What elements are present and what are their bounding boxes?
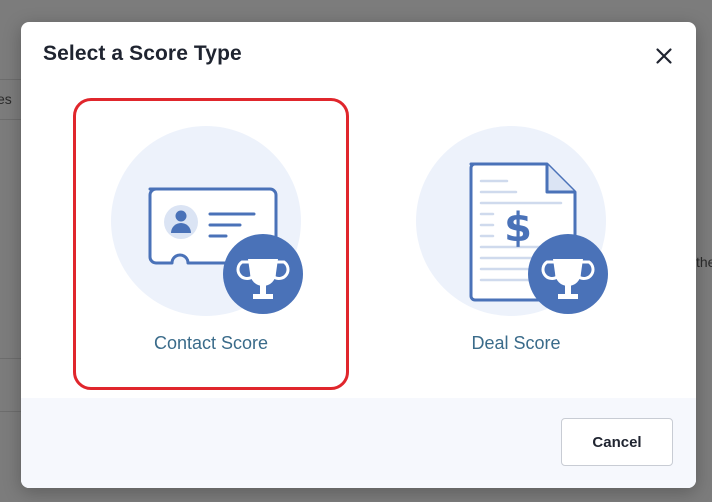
background-divider: [0, 411, 21, 412]
trophy-icon: [223, 234, 303, 314]
cancel-button[interactable]: Cancel: [561, 418, 673, 466]
trophy-icon: [528, 234, 608, 314]
modal-title: Select a Score Type: [43, 42, 242, 65]
select-score-type-modal: Select a Score Type Contact Score $ Deal…: [21, 22, 696, 488]
close-button[interactable]: [652, 44, 676, 68]
deal-score-option[interactable]: $ Deal Score: [378, 98, 654, 390]
background-divider: [0, 79, 21, 80]
background-text-fragment: the: [696, 254, 712, 270]
deal-score-label: Deal Score: [471, 333, 561, 353]
contact-score-option[interactable]: Contact Score: [73, 98, 349, 390]
background-divider: [0, 358, 21, 359]
background-divider: [0, 119, 21, 120]
modal-footer: Cancel: [21, 398, 696, 488]
background-text-fragment: es: [0, 91, 12, 107]
contact-score-label: Contact Score: [153, 333, 269, 353]
close-icon: [656, 48, 672, 64]
